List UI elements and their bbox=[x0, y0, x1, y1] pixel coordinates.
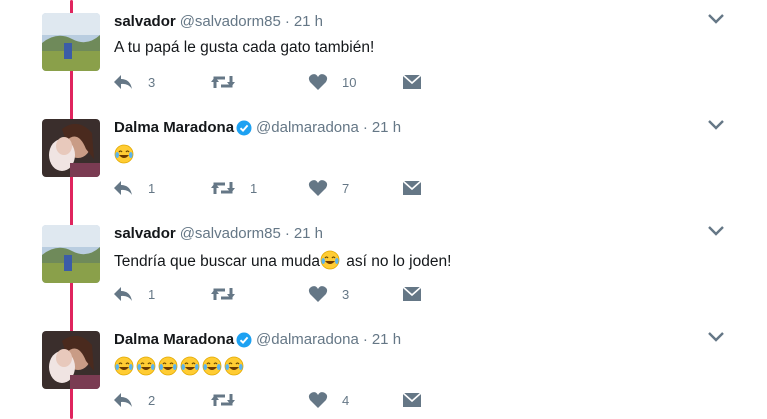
reply-button[interactable]: 3 bbox=[112, 72, 155, 92]
avatar[interactable] bbox=[42, 119, 100, 177]
tweet-text bbox=[114, 144, 136, 166]
reply-button[interactable]: 1 bbox=[112, 178, 155, 198]
like-count: 7 bbox=[342, 180, 350, 196]
face-with-tears-of-joy-emoji bbox=[202, 356, 222, 376]
retweet-icon bbox=[210, 285, 236, 303]
reply-button[interactable]: 1 bbox=[112, 284, 155, 304]
tweet[interactable]: salvador @salvadorm85 · 21 h Tendría que… bbox=[0, 212, 767, 317]
retweet-icon bbox=[210, 73, 236, 91]
direct-message-button[interactable] bbox=[402, 390, 422, 410]
user-handle[interactable]: @salvadorm85 bbox=[180, 225, 281, 243]
retweet-button[interactable] bbox=[210, 284, 254, 304]
tweet[interactable]: salvador @salvadorm85 · 21 h A tu papá l… bbox=[0, 0, 767, 105]
face-with-tears-of-joy-emoji bbox=[320, 250, 340, 270]
avatar[interactable] bbox=[42, 331, 100, 389]
reply-count: 2 bbox=[148, 392, 156, 408]
reply-count: 1 bbox=[148, 180, 156, 196]
tweet-text: A tu papá le gusta cada gato también! bbox=[114, 39, 375, 56]
retweet-button[interactable] bbox=[210, 390, 254, 410]
display-name[interactable]: salvador bbox=[114, 225, 176, 243]
direct-message-button[interactable] bbox=[402, 284, 422, 304]
like-button[interactable]: 3 bbox=[308, 284, 349, 304]
timestamp[interactable]: 21 h bbox=[372, 331, 401, 349]
like-button[interactable]: 4 bbox=[308, 390, 349, 410]
retweet-icon bbox=[210, 391, 236, 409]
tweet[interactable]: Dalma Maradona @dalmaradona · 21 h 1 1 7 bbox=[0, 106, 767, 211]
tweet[interactable]: Dalma Maradona @dalmaradona · 21 h 2 4 bbox=[0, 318, 767, 419]
display-name[interactable]: Dalma Maradona bbox=[114, 119, 234, 137]
reply-icon bbox=[112, 391, 134, 409]
separator: · bbox=[362, 331, 368, 348]
tweet-header: salvador @salvadorm85 · 21 h bbox=[114, 13, 323, 31]
chevron-down-icon[interactable] bbox=[706, 12, 726, 26]
tweet-header: Dalma Maradona @dalmaradona · 21 h bbox=[114, 119, 401, 137]
envelope-icon bbox=[402, 73, 422, 91]
reply-icon bbox=[112, 73, 134, 91]
reply-count: 3 bbox=[148, 74, 156, 90]
user-handle[interactable]: @dalmaradona bbox=[256, 331, 359, 349]
face-with-tears-of-joy-emoji bbox=[224, 356, 244, 376]
envelope-icon bbox=[402, 285, 422, 303]
envelope-icon bbox=[402, 391, 422, 409]
reply-icon bbox=[112, 179, 134, 197]
user-handle[interactable]: @salvadorm85 bbox=[180, 13, 281, 31]
heart-icon bbox=[308, 73, 328, 91]
tweet-text-part: así no lo joden! bbox=[341, 253, 452, 270]
like-count: 4 bbox=[342, 392, 350, 408]
display-name[interactable]: salvador bbox=[114, 13, 176, 31]
reply-button[interactable]: 2 bbox=[112, 390, 155, 410]
chevron-down-icon[interactable] bbox=[706, 330, 726, 344]
reply-icon bbox=[112, 285, 134, 303]
separator: · bbox=[362, 119, 368, 136]
tweet-text: Tendría que buscar una muda así no lo jo… bbox=[114, 250, 451, 272]
direct-message-button[interactable] bbox=[402, 178, 422, 198]
separator: · bbox=[284, 13, 290, 30]
chevron-down-icon[interactable] bbox=[706, 118, 726, 132]
retweet-button[interactable] bbox=[210, 72, 254, 92]
user-handle[interactable]: @dalmaradona bbox=[256, 119, 359, 137]
retweet-button[interactable]: 1 bbox=[210, 178, 257, 198]
heart-icon bbox=[308, 285, 328, 303]
heart-icon bbox=[308, 179, 328, 197]
face-with-tears-of-joy-emoji bbox=[158, 356, 178, 376]
chevron-down-icon[interactable] bbox=[706, 224, 726, 238]
like-count: 3 bbox=[342, 286, 350, 302]
like-count: 10 bbox=[342, 74, 357, 90]
face-with-tears-of-joy-emoji bbox=[136, 356, 156, 376]
tweet-header: Dalma Maradona @dalmaradona · 21 h bbox=[114, 331, 401, 349]
retweet-icon bbox=[210, 179, 236, 197]
verified-badge-icon bbox=[236, 332, 252, 348]
face-with-tears-of-joy-emoji bbox=[114, 356, 134, 376]
tweet-text bbox=[114, 356, 246, 378]
direct-message-button[interactable] bbox=[402, 72, 422, 92]
tweet-header: salvador @salvadorm85 · 21 h bbox=[114, 225, 323, 243]
timestamp[interactable]: 21 h bbox=[372, 119, 401, 137]
avatar[interactable] bbox=[42, 225, 100, 283]
face-with-tears-of-joy-emoji bbox=[180, 356, 200, 376]
timestamp[interactable]: 21 h bbox=[294, 225, 323, 243]
face-with-tears-of-joy-emoji bbox=[114, 144, 134, 164]
envelope-icon bbox=[402, 179, 422, 197]
display-name[interactable]: Dalma Maradona bbox=[114, 331, 234, 349]
timestamp[interactable]: 21 h bbox=[294, 13, 323, 31]
avatar[interactable] bbox=[42, 13, 100, 71]
retweet-count: 1 bbox=[250, 180, 258, 196]
like-button[interactable]: 10 bbox=[308, 72, 356, 92]
tweet-text-part: Tendría que buscar una muda bbox=[114, 253, 320, 270]
like-button[interactable]: 7 bbox=[308, 178, 349, 198]
heart-icon bbox=[308, 391, 328, 409]
reply-count: 1 bbox=[148, 286, 156, 302]
separator: · bbox=[284, 225, 290, 242]
verified-badge-icon bbox=[236, 120, 252, 136]
